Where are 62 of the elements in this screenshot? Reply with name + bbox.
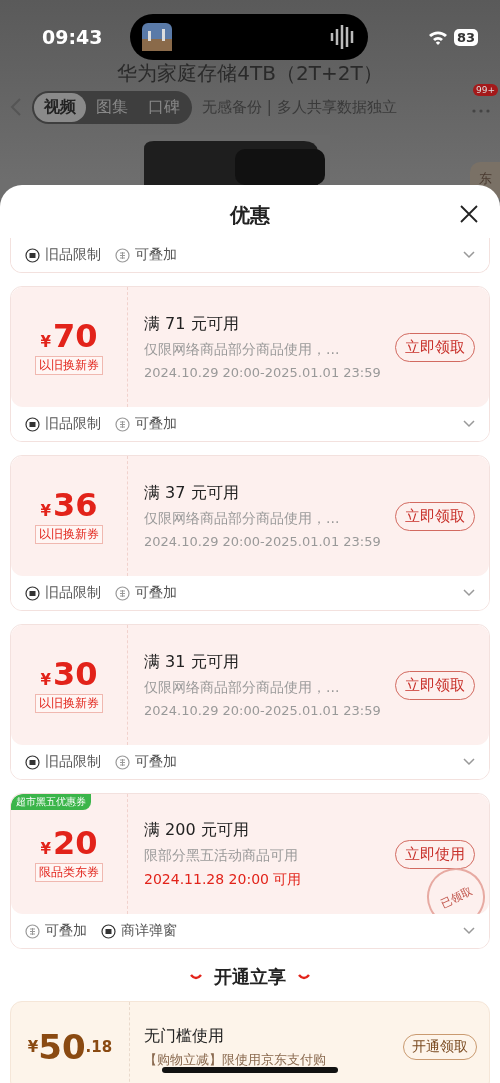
battery-level: 83 [453, 28, 478, 46]
coupon-amount: ¥36 [40, 487, 98, 524]
tag-label: 可叠加 [45, 922, 87, 940]
window-icon [101, 923, 116, 939]
waveform-icon [330, 23, 356, 51]
coupon-condition: 满 71 元可用 [144, 314, 240, 335]
coupon-description: 仅限网络商品部分商品使用，... [144, 679, 341, 697]
tag-label: 旧品限制 [45, 753, 101, 771]
tag-label: 可叠加 [135, 753, 177, 771]
coupon-type: 以旧换新券 [35, 525, 103, 545]
badge-icon [25, 585, 40, 601]
badge-icon [25, 247, 40, 263]
media-tab[interactable]: 口碑 [138, 92, 190, 122]
coupon-description: 【购物立减】限使用京东支付购 [144, 1050, 327, 1069]
product-title: 华为家庭存储4TB（2T+2T） [116, 60, 384, 87]
section-title: 开通立享 [214, 965, 286, 989]
tag-label: 商详弹窗 [121, 922, 177, 940]
chevron-down-icon[interactable] [463, 927, 475, 935]
tag-label: 旧品限制 [45, 584, 101, 602]
coupon-amount: ¥30 [40, 656, 98, 693]
tag-label: 旧品限制 [45, 246, 101, 264]
coin-icon [115, 247, 130, 263]
sheet-title: 优惠 [230, 201, 270, 229]
coin-icon [115, 585, 130, 601]
coupon-condition: 满 37 元可用 [144, 483, 240, 504]
coin-icon [25, 923, 40, 939]
coupon-description: 限部分黑五活动商品可用 [144, 846, 299, 865]
coupon-description: 仅限网络商品部分商品使用，... [144, 510, 341, 528]
coupon-type: 以旧换新券 [35, 694, 103, 714]
coupon-condition: 无门槛使用 [144, 1025, 225, 1047]
tag-label: 旧品限制 [45, 415, 101, 433]
chevron-down-icon[interactable] [463, 758, 475, 766]
coupon-validity: 2024.10.29 20:00-2025.01.01 23:59 [144, 365, 382, 380]
coupon-validity: 2024.11.28 20:00 可用 [144, 870, 303, 889]
coupon-validity: 2024.10.29 20:00-2025.01.01 23:59 [144, 534, 382, 549]
notification-badge: 99+ [473, 83, 498, 96]
more-icon[interactable] [472, 108, 490, 113]
coin-icon [115, 754, 130, 770]
media-tab[interactable]: 视频 [34, 92, 86, 122]
coupon-description: 仅限网络商品部分商品使用，... [144, 341, 341, 359]
chevron-down-icon[interactable] [463, 251, 475, 259]
coupon-amount: ¥70 [40, 318, 98, 355]
chevron-down-icon[interactable] [463, 420, 475, 428]
tag-label: 可叠加 [135, 246, 177, 264]
coupon-amount: ¥20 [40, 825, 98, 862]
status-time: 09:43 [42, 26, 103, 48]
coin-icon [115, 416, 130, 432]
wifi-icon [427, 29, 448, 45]
badge-icon [25, 754, 40, 770]
chevron-down-icon [298, 973, 310, 981]
promo-badge: 超市黑五优惠券 [11, 794, 91, 810]
media-tab[interactable]: 图集 [86, 92, 138, 122]
coupon-condition: 满 31 元可用 [144, 652, 240, 673]
coupon-validity: 2024.10.29 20:00-2025.01.01 23:59 [144, 703, 382, 718]
coupon-condition: 满 200 元可用 [144, 819, 250, 841]
coupon-type: 限品类东券 [35, 863, 103, 883]
badge-icon [25, 416, 40, 432]
tag-label: 可叠加 [135, 584, 177, 602]
tag-label: 可叠加 [135, 415, 177, 433]
chevron-down-icon [190, 973, 202, 981]
coupon-type: 以旧换新券 [35, 356, 103, 376]
chevron-down-icon[interactable] [463, 589, 475, 597]
